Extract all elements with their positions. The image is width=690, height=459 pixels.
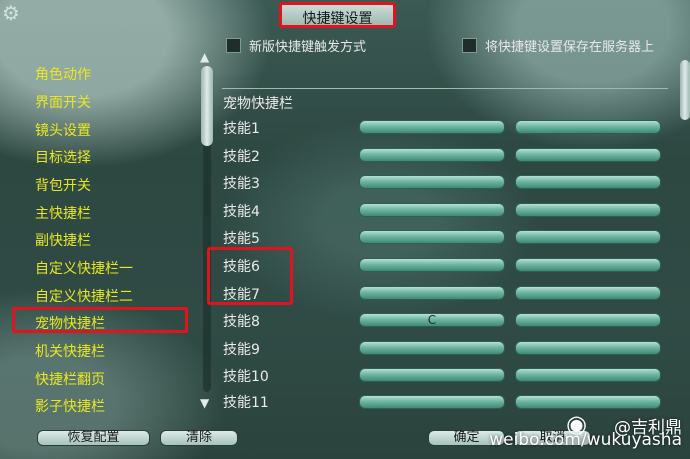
sidebar-item-target-select[interactable]: 目标选择 — [35, 147, 91, 167]
restore-button[interactable]: 恢复配置 — [37, 430, 150, 446]
skill-key-primary[interactable]: C — [359, 313, 505, 327]
new-trigger-option[interactable]: 新版快捷键触发方式 — [226, 36, 366, 55]
gear-icon[interactable]: ⚙ — [2, 2, 24, 24]
right-scrollbar-thumb[interactable] — [680, 60, 690, 120]
clear-button[interactable]: 清除 — [160, 430, 238, 446]
skill-key-secondary[interactable] — [515, 313, 661, 327]
sidebar-item-mechanism-hotbar[interactable]: 机关快捷栏 — [35, 341, 105, 361]
new-trigger-label: 新版快捷键触发方式 — [249, 40, 367, 55]
sidebar-item-sub-hotbar[interactable]: 副快捷栏 — [35, 230, 91, 250]
skill-label: 技能8 — [223, 314, 260, 330]
skill-key-primary[interactable] — [359, 230, 505, 244]
new-trigger-checkbox[interactable] — [226, 38, 241, 53]
sidebar-item-hotbar-page[interactable]: 快捷栏翻页 — [35, 369, 105, 389]
skill-key-secondary[interactable] — [515, 341, 661, 355]
watermark-url: weibo.com/wukuyasha — [489, 430, 682, 450]
save-server-option[interactable]: 将快捷键设置保存在服务器上 — [462, 36, 654, 55]
skill-label: 技能6 — [223, 259, 260, 275]
skill-label: 技能4 — [223, 204, 260, 220]
skill-key-secondary[interactable] — [515, 286, 661, 300]
section-divider — [222, 88, 668, 89]
skill-key-secondary[interactable] — [515, 368, 661, 382]
skill-key-primary[interactable] — [359, 203, 505, 217]
scroll-up-icon[interactable]: ▲ — [200, 50, 209, 64]
sidebar-item-custom-hotbar-1[interactable]: 自定义快捷栏一 — [35, 258, 133, 278]
skill-label: 技能5 — [223, 231, 260, 247]
skill-key-secondary[interactable] — [515, 148, 661, 162]
skill-key-secondary[interactable] — [515, 175, 661, 189]
window-title-bar: 快捷键设置 — [279, 2, 396, 28]
sidebar-item-custom-hotbar-2[interactable]: 自定义快捷栏二 — [35, 286, 133, 306]
skill-key-primary[interactable] — [359, 341, 505, 355]
skill-label: 技能10 — [223, 369, 269, 385]
sidebar-item-main-hotbar[interactable]: 主快捷栏 — [35, 203, 91, 223]
skill-key-primary[interactable] — [359, 175, 505, 189]
skill-key-primary[interactable] — [359, 120, 505, 134]
skill-label: 技能7 — [223, 287, 260, 303]
sidebar-item-bag-toggle[interactable]: 背包开关 — [35, 175, 91, 195]
sidebar-item-pet-hotbar[interactable]: 宠物快捷栏 — [35, 313, 105, 333]
skill-key-secondary[interactable] — [515, 230, 661, 244]
sidebar-item-interface-toggle[interactable]: 界面开关 — [35, 92, 91, 112]
skill-label: 技能3 — [223, 176, 260, 192]
scroll-down-icon[interactable]: ▼ — [200, 396, 209, 410]
window-title: 快捷键设置 — [302, 11, 373, 27]
skill-key-primary[interactable] — [359, 368, 505, 382]
save-server-checkbox[interactable] — [462, 38, 477, 53]
skill-key-primary[interactable] — [359, 258, 505, 272]
skill-label: 技能9 — [223, 342, 260, 358]
skill-key-primary[interactable] — [359, 286, 505, 300]
skill-key-primary[interactable] — [359, 148, 505, 162]
skill-key-primary[interactable] — [359, 395, 505, 409]
skill-label: 技能2 — [223, 149, 260, 165]
group-title: 宠物快捷栏 — [223, 96, 293, 112]
save-server-label: 将快捷键设置保存在服务器上 — [485, 40, 655, 55]
scrollbar-thumb[interactable] — [201, 66, 213, 146]
sidebar-item-character-action[interactable]: 角色动作 — [35, 64, 91, 84]
skill-key-secondary[interactable] — [515, 258, 661, 272]
skill-label: 技能1 — [223, 121, 260, 137]
skill-label: 技能11 — [223, 395, 269, 411]
skill-key-secondary[interactable] — [515, 395, 661, 409]
skill-key-secondary[interactable] — [515, 120, 661, 134]
sidebar-item-shadow-hotbar[interactable]: 影子快捷栏 — [35, 396, 105, 416]
sidebar-item-camera-settings[interactable]: 镜头设置 — [35, 120, 91, 140]
skill-key-secondary[interactable] — [515, 203, 661, 217]
